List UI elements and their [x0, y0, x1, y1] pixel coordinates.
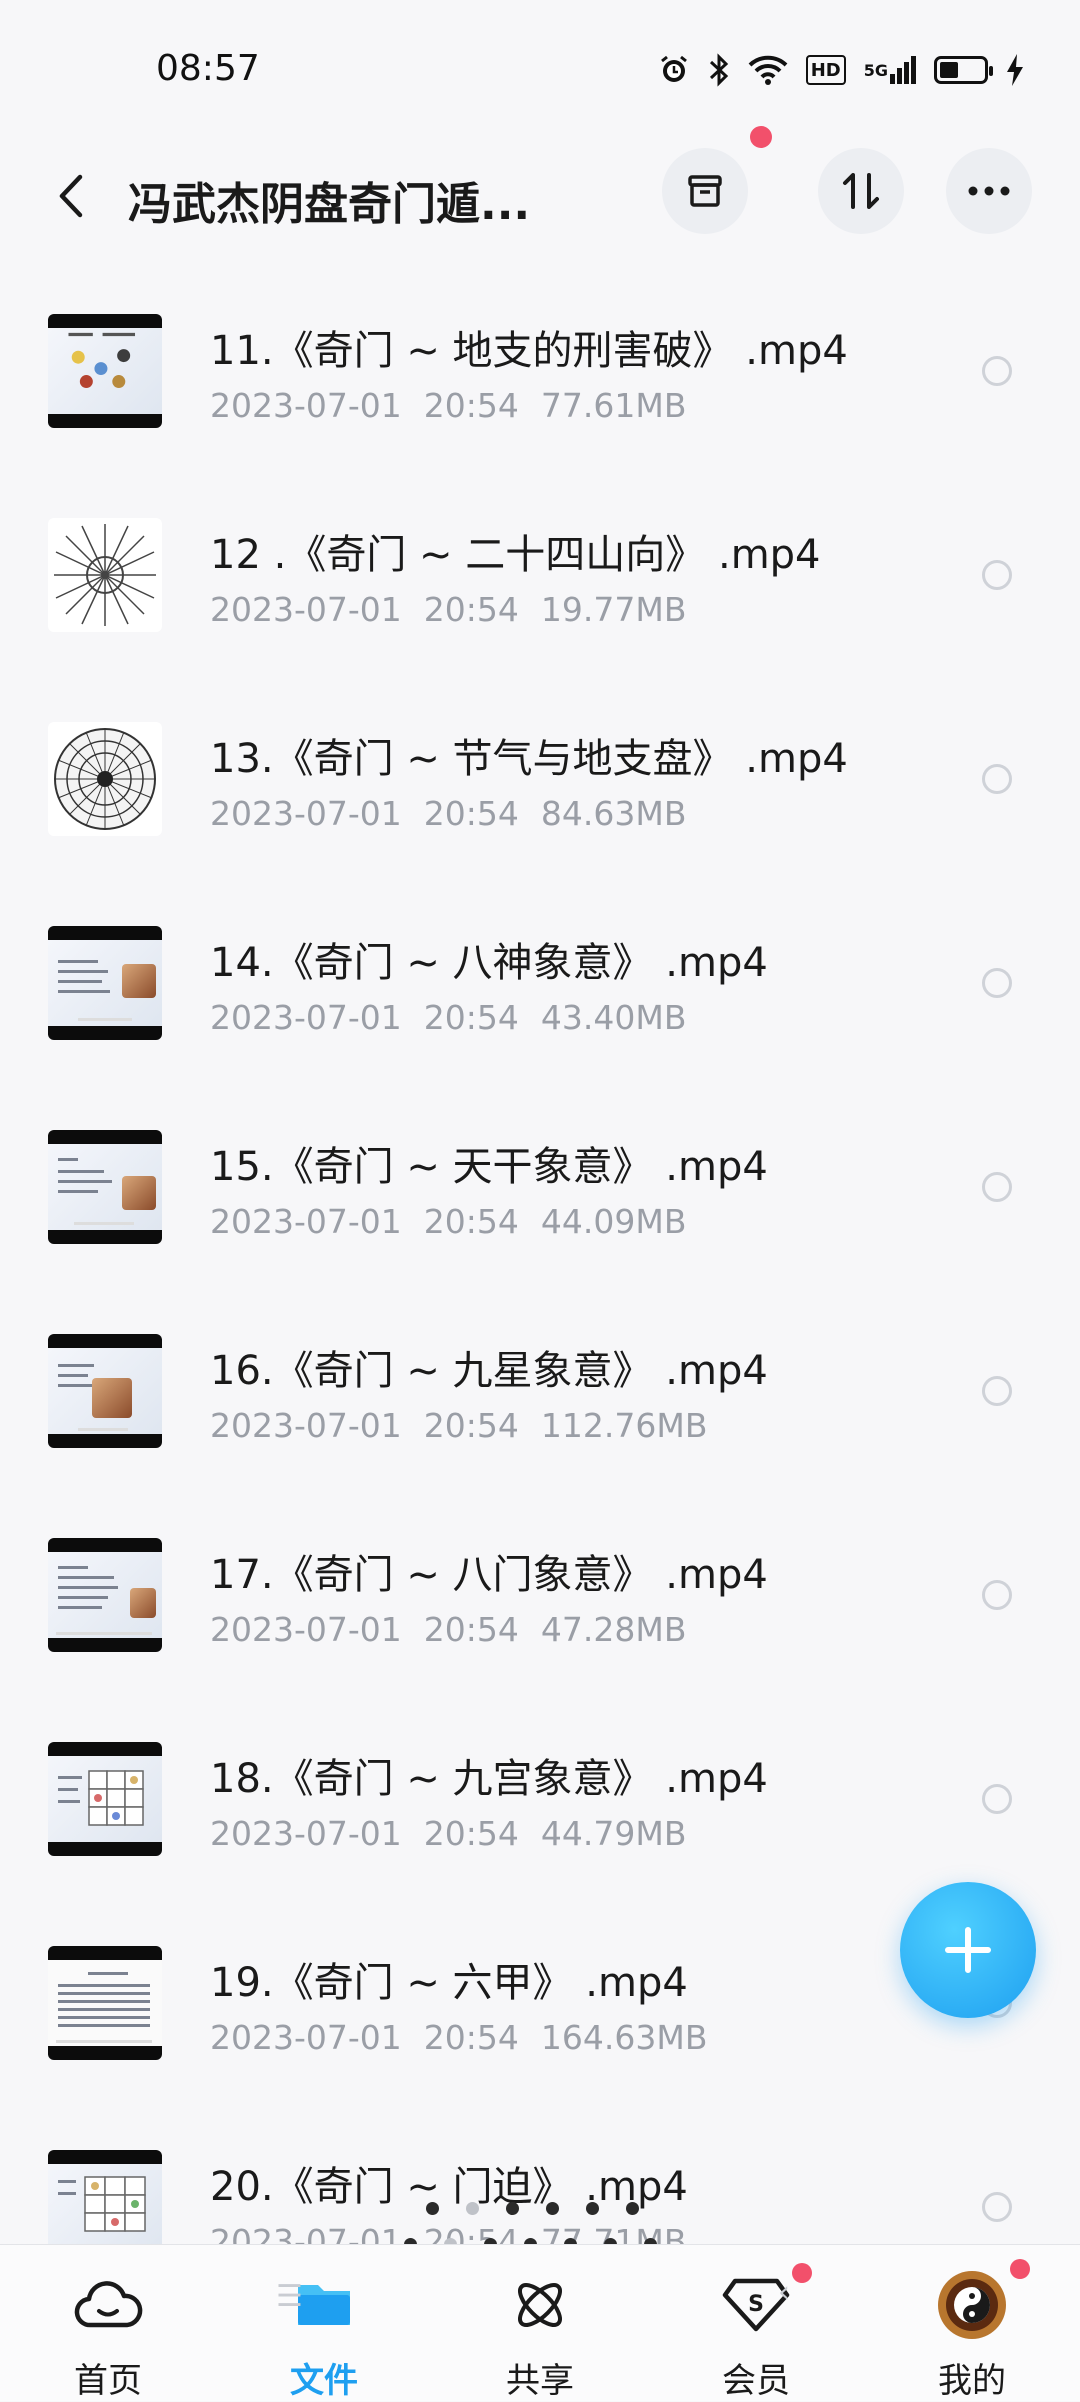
chevron-left-icon: [59, 174, 83, 218]
back-button[interactable]: [46, 168, 96, 224]
file-name: 13.《奇门 ~ 节气与地支盘》 .mp4: [210, 736, 848, 782]
file-name: 17.《奇门 ~ 八门象意》 .mp4: [210, 1552, 768, 1598]
select-radio[interactable]: [982, 1580, 1012, 1610]
gesture-back-icon: ‹: [778, 2275, 790, 2310]
nav-home[interactable]: 首页: [38, 2245, 178, 2401]
wifi-icon: [748, 52, 788, 88]
avatar-icon: [932, 2265, 1012, 2345]
file-meta: 2023-07-01 20:54 19.77MB: [210, 590, 687, 629]
status-time: 08:57: [156, 48, 260, 89]
header-bar: 冯武杰阴盘奇门遁...: [0, 140, 1080, 250]
file-name: 15.《奇门 ~ 天干象意》 .mp4: [210, 1144, 768, 1190]
video-thumbnail: [48, 1130, 162, 1244]
file-meta: 2023-07-01 20:54 44.79MB: [210, 1814, 687, 1853]
file-name: 12 .《奇门 ~ 二十四山向》 .mp4: [210, 532, 821, 578]
vip-badge: [792, 2263, 812, 2283]
charging-icon: [1006, 52, 1024, 88]
hd-icon: HD: [805, 55, 846, 85]
file-row[interactable]: 15.《奇门 ~ 天干象意》 .mp4 2023-07-01 20:54 44.09…: [0, 1056, 1080, 1260]
battery-icon: [934, 56, 993, 84]
file-meta: 2023-07-01 20:54 84.63MB: [210, 794, 687, 833]
svg-text:S: S: [748, 2292, 764, 2317]
nav-label: 文件: [290, 2361, 358, 2401]
nav-label: 我的: [938, 2361, 1006, 2401]
select-radio[interactable]: [982, 560, 1012, 590]
alarm-icon: [658, 52, 690, 88]
file-name: 14.《奇门 ~ 八神象意》 .mp4: [210, 940, 768, 986]
signal-5g-icon: 5G: [864, 52, 916, 88]
sort-icon: [843, 173, 879, 209]
file-name: 11.《奇门 ~ 地支的刑害破》 .mp4: [210, 328, 848, 374]
video-thumbnail: [48, 1742, 162, 1856]
more-options-button[interactable]: [946, 148, 1032, 234]
cloud-icon: [68, 2265, 148, 2345]
nav-label: 共享: [506, 2361, 574, 2401]
file-name: 19.《奇门 ~ 六甲》 .mp4: [210, 1960, 688, 2006]
status-icons: HD 5G: [658, 52, 1024, 88]
bottom-nav: 首页 文件 共享 S 会员 我的 ☰ ‹: [0, 2244, 1080, 2401]
video-thumbnail: [48, 926, 162, 1040]
add-button[interactable]: [900, 1882, 1036, 2018]
file-row[interactable]: 16.《奇门 ~ 九星象意》 .mp4 2023-07-01 20:54 112.7…: [0, 1260, 1080, 1464]
file-row[interactable]: 13.《奇门 ~ 节气与地支盘》 .mp4 2023-07-01 20:54 84.…: [0, 648, 1080, 852]
file-row[interactable]: 11.《奇门 ~ 地支的刑害破》 .mp4 2023-07-01 20:54 77.…: [0, 240, 1080, 444]
select-radio[interactable]: [982, 764, 1012, 794]
profile-badge: [1010, 2259, 1030, 2279]
page-indicator: [426, 2202, 639, 2215]
status-bar: 08:57 HD 5G: [0, 0, 1080, 120]
select-radio[interactable]: [982, 1784, 1012, 1814]
file-row[interactable]: 18.《奇门 ~ 九宫象意》 .mp4 2023-07-01 20:54 44.79…: [0, 1668, 1080, 1872]
select-radio[interactable]: [982, 968, 1012, 998]
select-radio[interactable]: [982, 1172, 1012, 1202]
video-thumbnail: [48, 722, 162, 836]
select-radio[interactable]: [982, 1376, 1012, 1406]
nav-label: 会员: [722, 2361, 790, 2401]
select-radio[interactable]: [982, 356, 1012, 386]
share-atom-icon: [500, 2265, 580, 2345]
file-meta: 2023-07-01 20:54 43.40MB: [210, 998, 687, 1037]
bluetooth-icon: [708, 52, 730, 88]
nav-label: 首页: [74, 2361, 142, 2401]
file-name: 18.《奇门 ~ 九宫象意》 .mp4: [210, 1756, 768, 1802]
file-row[interactable]: 12 .《奇门 ~ 二十四山向》 .mp4 2023-07-01 20:54 19.…: [0, 444, 1080, 648]
file-meta: 2023-07-01 20:54 112.76MB: [210, 1406, 708, 1445]
video-thumbnail: [48, 1538, 162, 1652]
plus-icon: [945, 1927, 991, 1973]
file-meta: 2023-07-01 20:54 44.09MB: [210, 1202, 687, 1241]
notification-dot: [750, 126, 772, 148]
nav-files[interactable]: 文件: [254, 2245, 394, 2401]
file-meta: 2023-07-01 20:54 47.28MB: [210, 1610, 687, 1649]
sort-button[interactable]: [818, 148, 904, 234]
video-thumbnail: [48, 1946, 162, 2060]
file-row[interactable]: 17.《奇门 ~ 八门象意》 .mp4 2023-07-01 20:54 47.28…: [0, 1464, 1080, 1668]
select-radio[interactable]: [982, 2192, 1012, 2222]
file-meta: 2023-07-01 20:54 164.63MB: [210, 2018, 708, 2057]
video-thumbnail: [48, 518, 162, 632]
more-icon: [968, 186, 1010, 196]
archive-icon: [688, 175, 722, 207]
video-thumbnail: [48, 314, 162, 428]
page-title: 冯武杰阴盘奇门遁...: [128, 179, 531, 230]
video-thumbnail: [48, 1334, 162, 1448]
file-row[interactable]: 14.《奇门 ~ 八神象意》 .mp4 2023-07-01 20:54 43.40…: [0, 852, 1080, 1056]
gesture-menu-icon: ☰: [276, 2279, 303, 2314]
file-name: 16.《奇门 ~ 九星象意》 .mp4: [210, 1348, 768, 1394]
archive-button[interactable]: [662, 148, 748, 234]
file-meta: 2023-07-01 20:54 77.61MB: [210, 386, 687, 425]
nav-share[interactable]: 共享: [470, 2245, 610, 2401]
